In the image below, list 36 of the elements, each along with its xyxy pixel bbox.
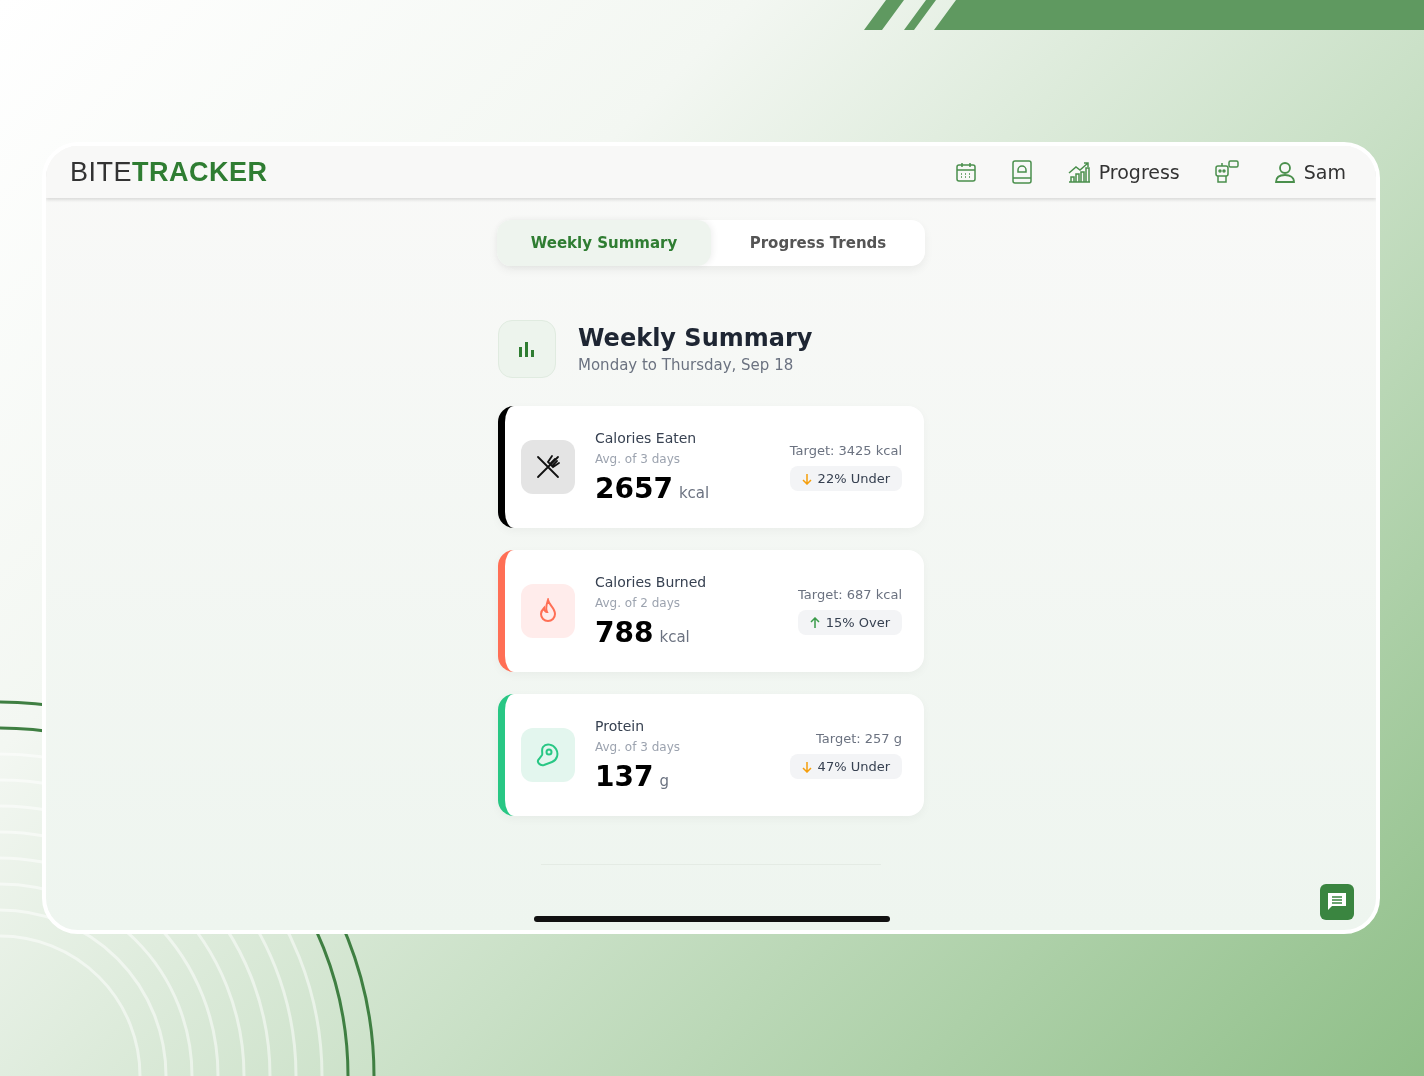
stat-title: Protein bbox=[595, 717, 646, 734]
target-text: Target: 257 g bbox=[816, 731, 902, 746]
chat-button[interactable] bbox=[1320, 884, 1354, 920]
stat-unit: kcal bbox=[659, 627, 690, 646]
tab[interactable]: Weekly Summary bbox=[497, 220, 711, 266]
calendar-icon bbox=[954, 161, 977, 183]
stat-subtitle: Avg. of 2 days bbox=[595, 595, 681, 610]
stat-value: 788 bbox=[595, 615, 654, 649]
stat-subtitle: Avg. of 3 days bbox=[595, 739, 681, 754]
user-icon bbox=[1273, 161, 1296, 183]
tab[interactable]: Progress Trends bbox=[711, 220, 925, 266]
steak-icon bbox=[521, 728, 575, 782]
flame-icon bbox=[521, 584, 575, 638]
cutlery-icon bbox=[521, 440, 575, 494]
stat-value: 137 bbox=[595, 759, 654, 793]
change-badge: 47% Under bbox=[789, 754, 902, 779]
target-text: Target: 687 kcal bbox=[798, 587, 902, 602]
stat-subtitle: Avg. of 3 days bbox=[595, 451, 681, 466]
bar-chart-icon bbox=[498, 320, 556, 378]
change-badge: 22% Under bbox=[789, 466, 902, 491]
chat-icon bbox=[1325, 891, 1349, 913]
chart-nav-button[interactable]: Progress bbox=[1064, 159, 1182, 185]
date-range: Monday to Thursday, Sep 18 bbox=[578, 356, 795, 374]
logo: BITETRACKER bbox=[70, 156, 268, 188]
target-text: Target: 3425 kcal bbox=[789, 443, 902, 458]
user-nav-button[interactable]: Sam bbox=[1271, 159, 1348, 185]
stat-unit: kcal bbox=[678, 483, 710, 502]
stat-unit: g bbox=[659, 771, 669, 790]
stat-title: Calories Eaten bbox=[595, 429, 698, 446]
robot-chat-icon bbox=[1213, 160, 1240, 184]
growth-chart-icon bbox=[1066, 161, 1091, 183]
section-title: Weekly Summary bbox=[578, 324, 813, 352]
stat-title: Calories Burned bbox=[595, 573, 708, 590]
stat-value: 2657 bbox=[595, 471, 673, 505]
change-badge: 15% Over bbox=[797, 610, 902, 635]
book-icon bbox=[1010, 160, 1033, 184]
